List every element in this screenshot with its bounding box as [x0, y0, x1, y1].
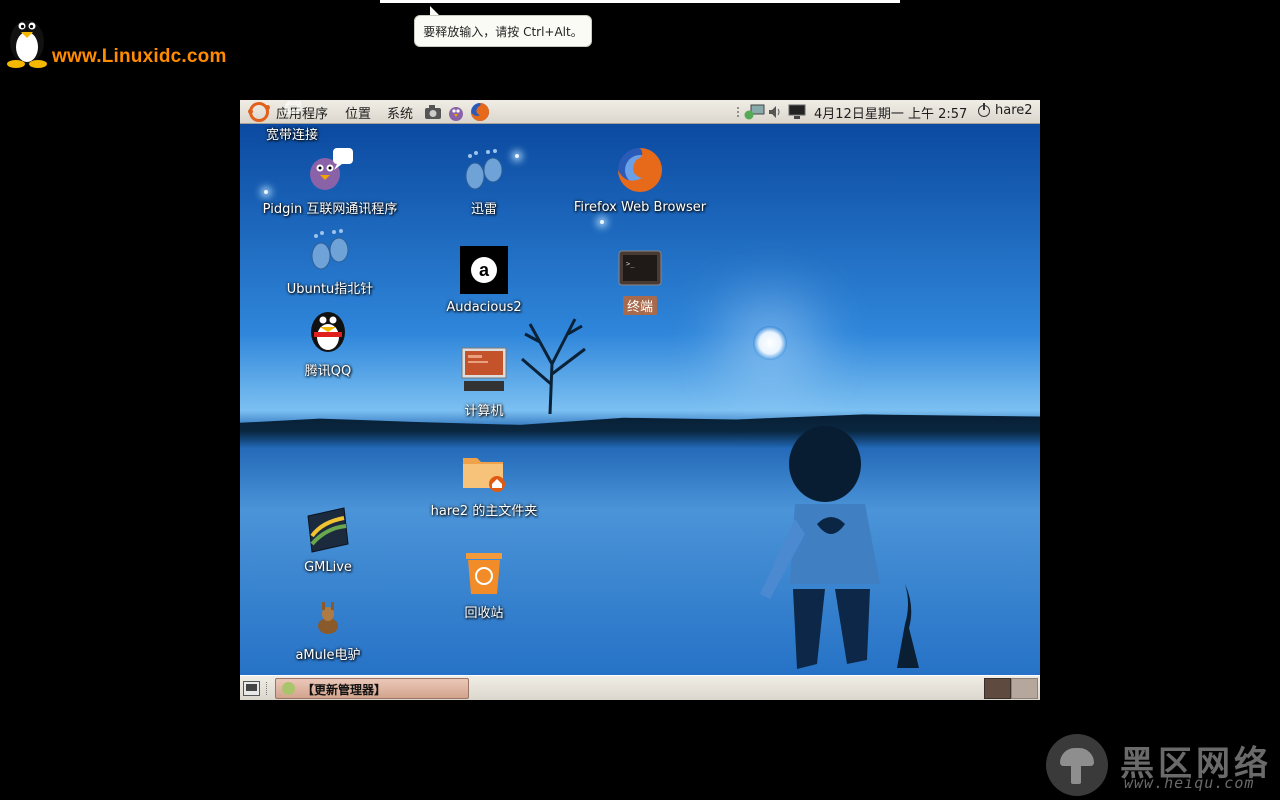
desktop-icon-label: GMLive [304, 560, 352, 575]
terminal-icon: >_ [618, 250, 662, 286]
workspace-2[interactable] [1011, 678, 1038, 699]
display-icon[interactable] [786, 104, 808, 120]
desktop-icon-label: Pidgin 互联网通讯程序 [262, 202, 398, 217]
svg-text:a: a [479, 260, 490, 280]
wallpaper-boy [760, 426, 919, 669]
site-logo: www.Linuxidc.com [2, 12, 232, 72]
workspace-1[interactable] [984, 678, 1011, 699]
tux-penguin-icon [7, 20, 47, 68]
pidgin-icon [310, 148, 353, 190]
desktop-icon-label: Audacious2 [446, 300, 522, 315]
vm-screen[interactable]: 应用程序 位置 系统 4月12日星期一 上午 2:57 hare2 Pidgin… [240, 100, 1040, 700]
taskbar-button-update-manager[interactable]: 【更新管理器】 [275, 678, 469, 699]
desktop-icon-audacious[interactable]: a Audacious2 [434, 246, 534, 315]
desktop-icon-terminal[interactable]: >_ 终端 [590, 250, 690, 315]
wallpaper-sparkle [600, 220, 604, 224]
desktop-icon-label: aMule电驴 [295, 648, 361, 663]
desktop-icon-home-folder[interactable]: hare2 的主文件夹 [414, 450, 554, 519]
desktop-icon-label: 计算机 [464, 404, 504, 419]
desktop-icon-label: hare2 的主文件夹 [430, 504, 538, 519]
screenshot-camera-icon[interactable] [423, 102, 443, 122]
mushroom-logo-icon [1046, 734, 1108, 796]
network-icon[interactable] [743, 104, 765, 120]
desktop-icon-label: Firefox Web Browser [573, 200, 707, 215]
gmlive-icon [307, 507, 349, 553]
desktop-icon-broadband[interactable]: 宽带连接 [266, 100, 318, 143]
home-folder-icon [463, 458, 505, 492]
qq-penguin-icon [311, 312, 345, 352]
volume-icon[interactable] [768, 104, 782, 120]
tray-handle [737, 107, 739, 117]
bottom-panel: 【更新管理器】 [240, 675, 1040, 700]
firefox-icon[interactable] [470, 102, 490, 122]
vm-top-bar [380, 0, 900, 3]
desktop-icon-thunder[interactable]: 迅雷 [434, 146, 534, 217]
audacious-icon: a [460, 246, 508, 294]
desktop-icon-label: 回收站 [464, 606, 504, 621]
clock[interactable]: 4月12日星期一 上午 2:57 [814, 103, 967, 122]
ubuntu-guide-footprint-icon [311, 229, 349, 270]
desktop-icon-label: 宽带连接 [266, 128, 319, 143]
user-menu[interactable]: hare2 [995, 103, 1033, 118]
power-icon[interactable] [978, 103, 990, 117]
desktop-icon-label: 终端 [622, 296, 657, 315]
menu-system[interactable]: 系统 [387, 103, 413, 122]
desktop-icon-label: Ubuntu指北针 [286, 282, 374, 297]
desktop-icon-amule[interactable]: aMule电驴 [278, 602, 378, 663]
taskbar-button-label: 【更新管理器】 [302, 683, 387, 697]
watermark-url: www.heiqu.com [1124, 774, 1255, 792]
release-input-tooltip: 要释放输入，请按 Ctrl+Alt。 [414, 15, 592, 47]
amule-icon [318, 602, 338, 634]
desktop-icon-label: 腾讯QQ [304, 364, 352, 379]
thunder-footprint-icon [465, 149, 503, 190]
desktop-icon-gmlive[interactable]: GMLive [278, 506, 378, 575]
tooltip-text: 要释放输入，请按 Ctrl+Alt。 [423, 24, 583, 39]
desktop-icon-firefox[interactable]: Firefox Web Browser [558, 146, 722, 215]
desktop-icon-label: 迅雷 [470, 202, 497, 217]
svg-text:>_: >_ [626, 260, 635, 268]
top-panel: 应用程序 位置 系统 4月12日星期一 上午 2:57 hare2 [240, 100, 1040, 124]
desktop-icon-computer[interactable]: 计算机 [434, 346, 534, 419]
update-manager-icon [282, 682, 295, 695]
panel-handle [266, 682, 269, 695]
broadband-connection-icon [285, 101, 301, 114]
site-url-text[interactable]: www.Linuxidc.com [52, 46, 227, 68]
desktop-icon-ubuntu-guide[interactable]: Ubuntu指北针 [270, 226, 390, 297]
desktop-icon-trash[interactable]: 回收站 [434, 550, 534, 621]
trash-icon [466, 553, 502, 594]
computer-icon [461, 347, 507, 391]
show-desktop-icon[interactable] [243, 681, 260, 696]
desktop-icon-pidgin[interactable]: Pidgin 互联网通讯程序 [248, 146, 412, 217]
menu-places[interactable]: 位置 [345, 103, 371, 122]
desktop-icon-qq[interactable]: 腾讯QQ [278, 306, 378, 379]
pidgin-icon[interactable] [446, 102, 466, 122]
heiqu-watermark: 黑区网络 www.heiqu.com [1046, 734, 1276, 798]
firefox-icon [618, 148, 662, 192]
wallpaper-moon [753, 326, 787, 360]
